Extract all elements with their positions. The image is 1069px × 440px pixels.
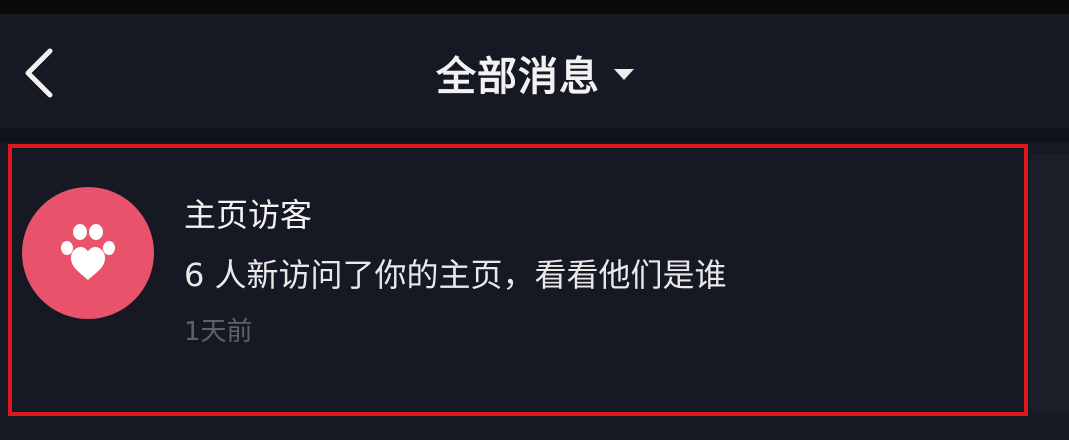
- caret-down-icon: [614, 69, 634, 80]
- profile-visitors-avatar: [22, 187, 154, 319]
- messages-screen: 全部消息 主页访客 6 人新访问了你的主页，看看他们是谁 1天前: [0, 14, 1069, 440]
- back-button[interactable]: [14, 44, 64, 102]
- message-preview: 6 人新访问了你的主页，看看他们是谁: [184, 256, 727, 294]
- message-title: 主页访客: [184, 196, 313, 234]
- message-list: 主页访客 6 人新访问了你的主页，看看他们是谁 1天前: [0, 142, 1069, 440]
- page-title: 全部消息: [436, 54, 600, 100]
- profile-visitors-message-item[interactable]: 主页访客 6 人新访问了你的主页，看看他们是谁 1天前: [8, 144, 1028, 416]
- paw-heart-icon: [61, 224, 115, 280]
- message-timestamp: 1天前: [184, 317, 253, 347]
- header-divider: [0, 128, 1069, 142]
- top-navigation-bar: 全部消息: [0, 14, 1069, 128]
- message-filter-dropdown[interactable]: 全部消息: [380, 40, 690, 106]
- chevron-left-icon: [25, 48, 53, 98]
- adjacent-list-item-edge: [1030, 154, 1069, 412]
